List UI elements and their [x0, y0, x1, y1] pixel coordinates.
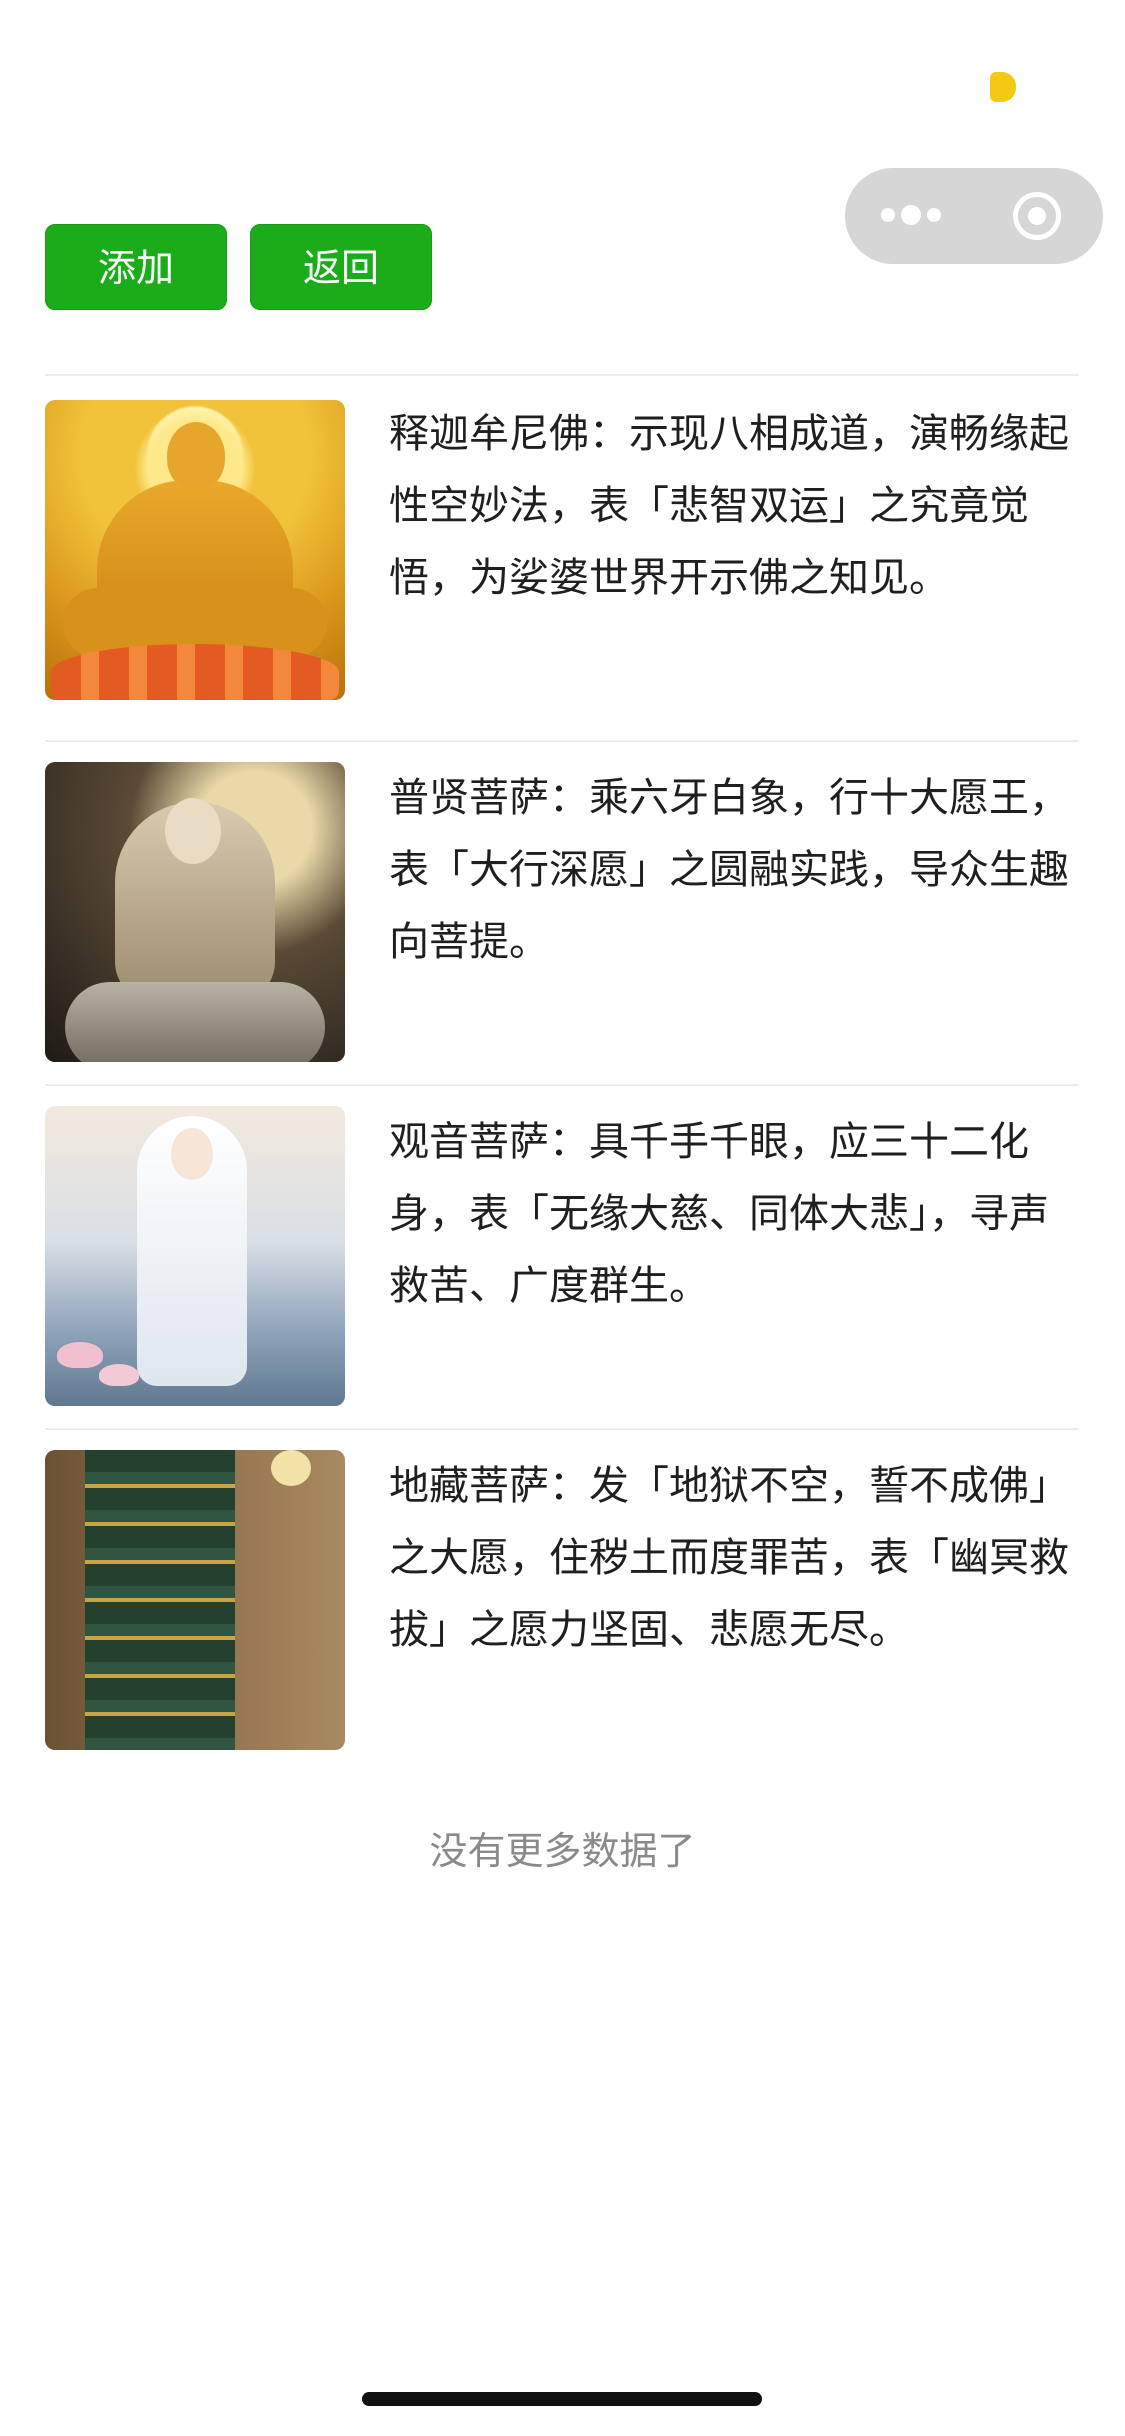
list-item-text: 地藏菩萨：发「地狱不空，誓不成佛」之大愿，住秽土而度罪苦，表「幽冥救拔」之愿力坚…: [389, 1463, 1069, 1653]
ksitigarbha-bodhisattva-image[interactable]: [45, 1450, 345, 1750]
add-button[interactable]: 添加: [45, 224, 227, 310]
list-item[interactable]: 地藏菩萨：发「地狱不空，誓不成佛」之大愿，住秽土而度罪苦，表「幽冥救拔」之愿力坚…: [45, 1430, 1079, 1772]
miniprogram-capsule: [845, 168, 1103, 264]
list-item[interactable]: 普贤菩萨：乘六牙白象，行十大愿王，表「大行深愿」之圆融实践，导众生趣向菩提。: [45, 742, 1079, 1084]
more-icon[interactable]: [881, 204, 953, 228]
shakyamuni-buddha-image[interactable]: [45, 400, 345, 700]
samantabhadra-bodhisattva-image[interactable]: [45, 762, 345, 1062]
list-item-text: 普贤菩萨：乘六牙白象，行十大愿王，表「大行深愿」之圆融实践，导众生趣向菩提。: [389, 775, 1069, 965]
guanyin-bodhisattva-image[interactable]: [45, 1106, 345, 1406]
list-item[interactable]: 释迦牟尼佛：示现八相成道，演畅缘起性空妙法，表「悲智双运」之究竟觉悟，为娑婆世界…: [45, 376, 1079, 740]
close-miniprogram-icon[interactable]: [1013, 192, 1061, 240]
list-item[interactable]: 观音菩萨：具千手千眼，应三十二化身，表「无缘大慈、同体大悲」，寻声救苦、广度群生…: [45, 1086, 1079, 1428]
list-item-text: 观音菩萨：具千手千眼，应三十二化身，表「无缘大慈、同体大悲」，寻声救苦、广度群生…: [389, 1119, 1049, 1309]
status-indicator: [990, 72, 1016, 102]
content-list: 释迦牟尼佛：示现八相成道，演畅缘起性空妙法，表「悲智双运」之究竟觉悟，为娑婆世界…: [45, 374, 1079, 1772]
list-item-text: 释迦牟尼佛：示现八相成道，演畅缘起性空妙法，表「悲智双运」之究竟觉悟，为娑婆世界…: [389, 411, 1069, 601]
no-more-data-text: 没有更多数据了: [429, 1829, 696, 1873]
back-button[interactable]: 返回: [250, 224, 432, 310]
home-indicator[interactable]: [362, 2392, 762, 2406]
